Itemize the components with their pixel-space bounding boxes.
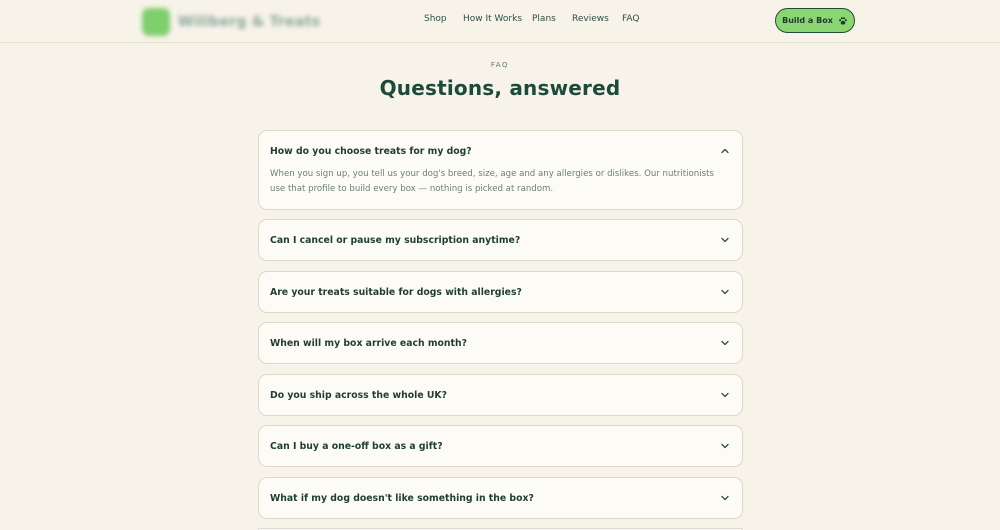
faq-question: Are your treats suitable for dogs with a… <box>270 286 522 298</box>
faq-question: Can I buy a one-off box as a gift? <box>270 440 443 452</box>
build-a-box-label: Build a Box <box>782 16 833 25</box>
nav-link-plans[interactable]: Plans <box>532 14 556 24</box>
chevron-down-icon <box>721 495 729 501</box>
faq-item-2[interactable]: Can I cancel or pause my subscription an… <box>258 219 743 261</box>
chevron-up-icon <box>721 148 729 154</box>
build-a-box-button[interactable]: Build a Box <box>775 8 855 33</box>
nav-link-how-it-works[interactable]: How It Works <box>463 14 522 24</box>
faq-item-1[interactable]: How do you choose treats for my dog? Whe… <box>258 130 743 210</box>
faq-question: Can I cancel or pause my subscription an… <box>270 234 521 246</box>
faq-title: Questions, answered <box>379 76 621 100</box>
nav-link-faq[interactable]: FAQ <box>622 14 639 24</box>
faq-answer: When you sign up, you tell us your dog's… <box>270 169 714 194</box>
nav-link-shop[interactable]: Shop <box>424 14 447 24</box>
chevron-down-icon <box>721 392 729 398</box>
faq-item-4[interactable]: When will my box arrive each month? <box>258 322 743 364</box>
chevron-down-icon <box>721 340 729 346</box>
chevron-down-icon <box>721 289 729 295</box>
chevron-down-icon <box>721 443 729 449</box>
faq-question: What if my dog doesn't like something in… <box>270 492 534 504</box>
chevron-down-icon <box>721 237 729 243</box>
faq-item-5[interactable]: Do you ship across the whole UK? <box>258 374 743 416</box>
faq-question: When will my box arrive each month? <box>270 337 468 349</box>
faq-item-3[interactable]: Are your treats suitable for dogs with a… <box>258 271 743 313</box>
nav-link-reviews[interactable]: Reviews <box>572 14 609 24</box>
faq-question: How do you choose treats for my dog? <box>270 145 472 157</box>
faq-item-6[interactable]: Can I buy a one-off box as a gift? <box>258 425 743 467</box>
top-nav-bar: Wiliberg & Treats Shop How It Works Plan… <box>0 0 1000 43</box>
faq-eyebrow: FAQ <box>490 61 510 69</box>
faq-item-7[interactable]: What if my dog doesn't like something in… <box>258 477 743 519</box>
faq-question: Do you ship across the whole UK? <box>270 389 448 401</box>
paw-icon <box>838 16 847 25</box>
